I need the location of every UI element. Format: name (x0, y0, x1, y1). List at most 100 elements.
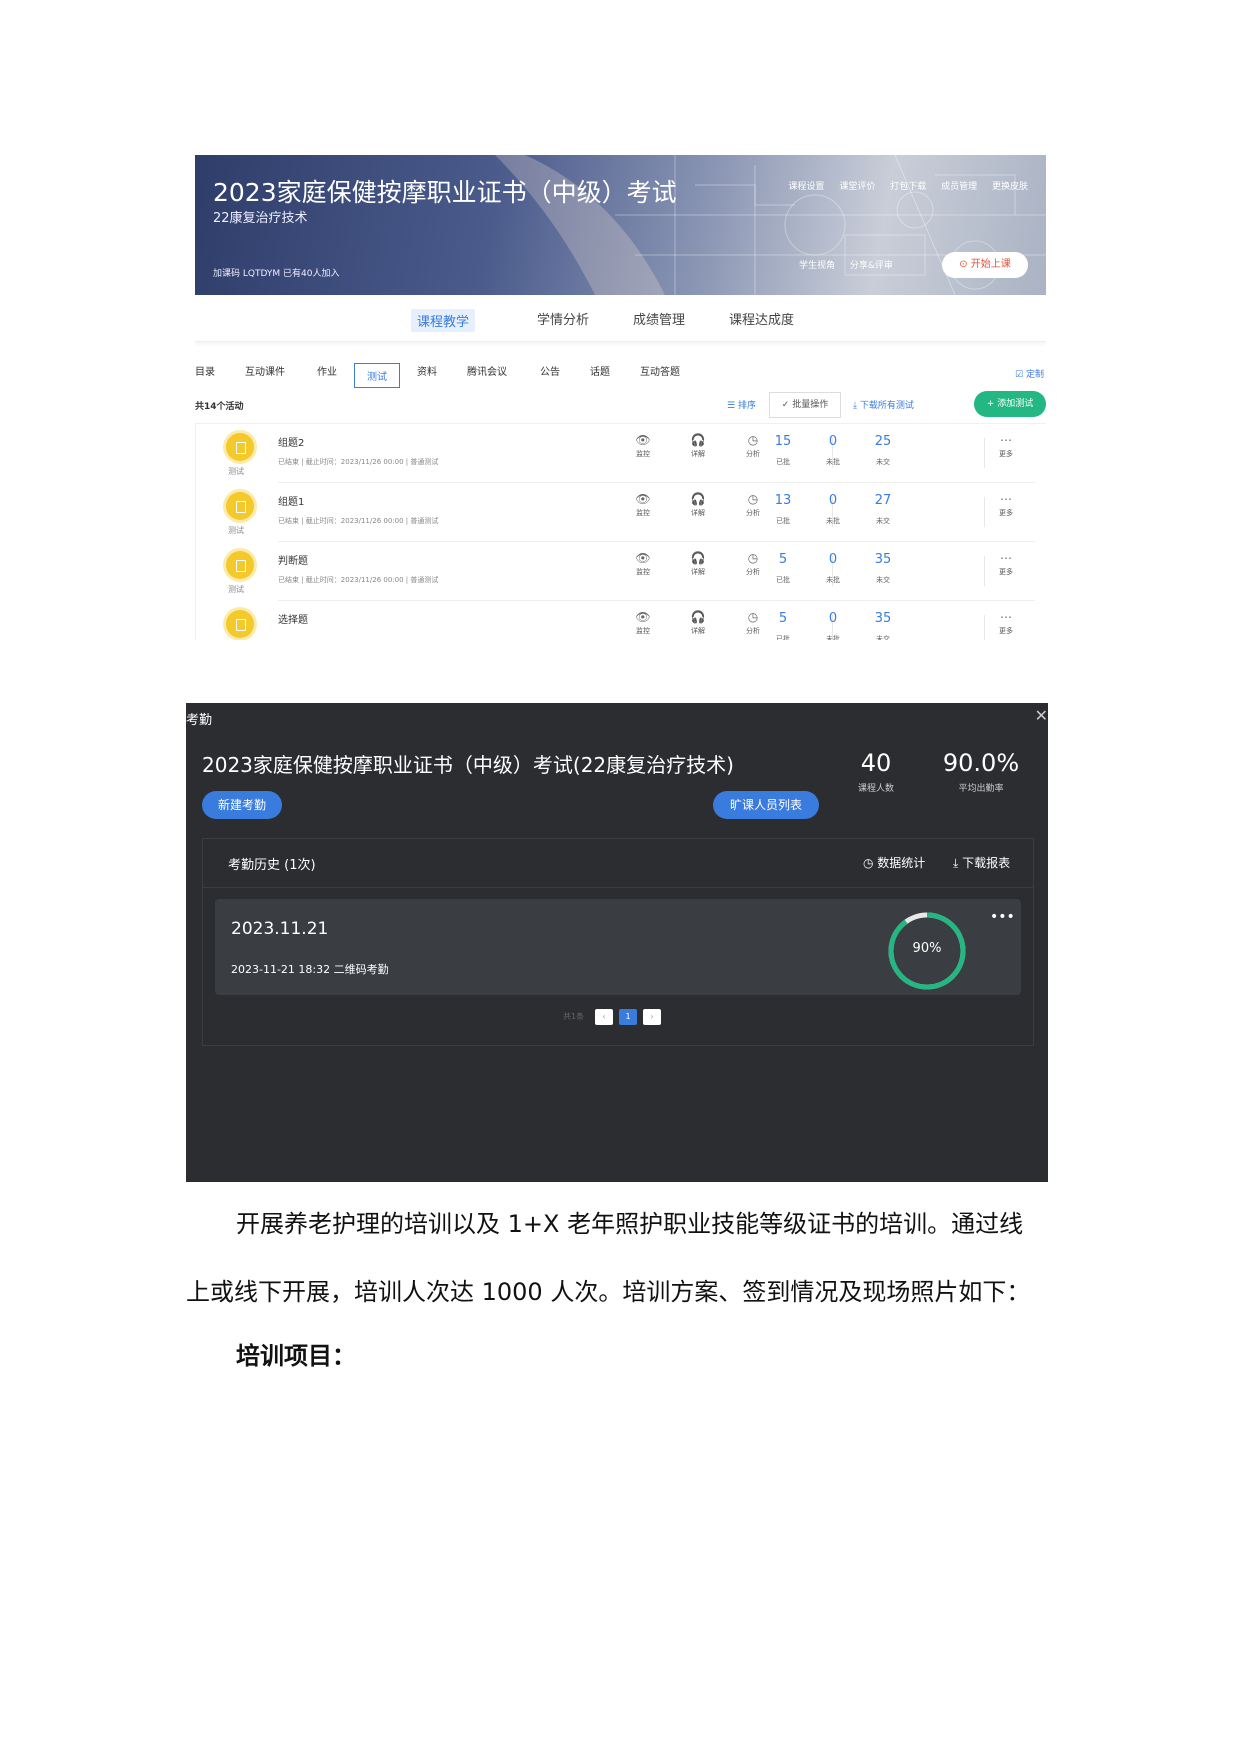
more-action[interactable]: ⋯ 更多 (991, 610, 1021, 636)
new-attendance-button[interactable]: 新建考勤 (202, 791, 282, 819)
subtab-interactive-quiz[interactable]: 互动答题 (640, 363, 680, 378)
unsubmitted-count[interactable]: 35 未交 (868, 611, 898, 640)
clock-icon: ◷ (747, 610, 759, 624)
divider (984, 556, 985, 586)
tab-course-achievement[interactable]: 课程达成度 (729, 309, 794, 328)
activity-row[interactable]: 测试 判断题 已结束 | 截止时间：2023/11/26 00:00 | 普通测试 👁… (196, 542, 1046, 601)
class-evaluation-link[interactable]: 课堂评价 (839, 182, 875, 192)
subtab-homework[interactable]: 作业 (317, 363, 337, 378)
unsubmitted-label: 未交 (876, 517, 890, 525)
start-class-button[interactable]: ⊙ 开始上课 (942, 252, 1028, 278)
training-items-heading: 培训项目： (236, 1342, 356, 1370)
analysis-action[interactable]: ◷ 分析 (738, 433, 768, 459)
more-icon[interactable]: ••• (990, 909, 1015, 925)
graded-count[interactable]: 15 已批 (768, 434, 798, 468)
change-skin-link[interactable]: 更换皮肤 (992, 182, 1028, 192)
member-management-link[interactable]: 成员管理 (941, 182, 977, 192)
clock-icon: ◷ (747, 433, 759, 447)
student-view-link[interactable]: 学生视角 (799, 261, 835, 271)
more-icon: ⋯ (1000, 492, 1012, 506)
detail-action[interactable]: 🎧 详解 (683, 433, 713, 459)
monitor-action[interactable]: 👁 监控 (628, 551, 658, 577)
ungraded-label: 未批 (826, 458, 840, 466)
data-stats-link[interactable]: ◷ 数据统计 (863, 854, 925, 871)
course-settings-link[interactable]: 课程设置 (788, 182, 824, 192)
download-all-button[interactable]: ⤓ 下载所有测试 (853, 398, 914, 411)
activity-row[interactable]: 测试选择题👁监控🎧详解◷分析5已批0未批35未交⋯更多 (196, 601, 1046, 640)
list-toolbar: ☰ 排序 ✓ 批量操作 ⤓ 下载所有测试 + 添加测试 (727, 391, 1046, 418)
activity-name: 组题2 (278, 438, 305, 449)
ungraded-label: 未批 (826, 635, 840, 640)
subtab-topic[interactable]: 话题 (590, 363, 610, 378)
close-icon[interactable]: ✕ (1035, 706, 1048, 725)
next-page-button[interactable]: › (643, 1009, 661, 1025)
analysis-action[interactable]: ◷ 分析 (738, 492, 768, 518)
subtab-materials[interactable]: 资料 (417, 363, 437, 378)
check-icon: ✓ (781, 400, 793, 410)
graded-label: 已批 (776, 517, 790, 525)
activity-list: 测试 组题2 已结束 | 截止时间：2023/11/26 00:00 | 普通测试 👁… (195, 423, 1046, 640)
sort-icon: ☰ (727, 401, 738, 411)
subtab-courseware[interactable]: 互动课件 (245, 363, 285, 378)
monitor-icon: 👁 (635, 610, 651, 624)
unsubmitted-count[interactable]: 25 未交 (868, 434, 898, 468)
ungraded-count[interactable]: 0 未批 (818, 552, 848, 586)
monitor-action[interactable]: 👁 监控 (628, 433, 658, 459)
subtab-catalog[interactable]: 目录 (195, 363, 215, 378)
graded-label: 已批 (776, 576, 790, 584)
headphones-icon: 🎧 (690, 551, 706, 565)
batch-button[interactable]: ✓ 批量操作 (769, 392, 841, 418)
graded-count[interactable]: 5 已批 (768, 552, 798, 586)
body-paragraph-1: 开展养老护理的培训以及 1+X 老年照护职业技能等级证书的培训。通过线 (236, 1210, 1024, 1238)
monitor-action[interactable]: 👁 监控 (628, 492, 658, 518)
test-badge-icon (226, 433, 254, 461)
absent-list-button[interactable]: 旷课人员列表 (713, 791, 819, 819)
share-review-link[interactable]: 分享&评审 (850, 261, 893, 271)
detail-action[interactable]: 🎧 详解 (683, 551, 713, 577)
graded-value: 13 (774, 493, 792, 508)
customize-link[interactable]: ☑ 定制 (1015, 367, 1044, 380)
subtab-tencent-meeting[interactable]: 腾讯会议 (467, 363, 507, 378)
pager-total: 共1条 (563, 1012, 585, 1021)
graded-value: 15 (774, 434, 792, 449)
subtab-announcement[interactable]: 公告 (540, 363, 560, 378)
prev-page-button[interactable]: ‹ (595, 1009, 613, 1025)
sort-button[interactable]: ☰ 排序 (727, 398, 756, 411)
monitor-action[interactable]: 👁 监控 (628, 610, 658, 636)
tab-course-teaching[interactable]: 课程教学 (411, 309, 476, 332)
attendance-label: 考勤 (186, 713, 213, 728)
attendance-record[interactable]: 2023.11.21 2023-11-21 18:32 二维码考勤 ••• 90… (215, 899, 1021, 995)
unsubmitted-count[interactable]: 27 未交 (868, 493, 898, 527)
add-test-button[interactable]: + 添加测试 (974, 391, 1046, 417)
detail-action[interactable]: 🎧 详解 (683, 492, 713, 518)
analysis-action[interactable]: ◷ 分析 (738, 551, 768, 577)
detail-action[interactable]: 🎧 详解 (683, 610, 713, 636)
student-count-stat: 40 课程人数 (836, 749, 916, 794)
analysis-action[interactable]: ◷ 分析 (738, 610, 768, 636)
attendance-history: 考勤历史 (1次) ◷ 数据统计 ⤓ 下载报表 2023.11.21 2023-… (202, 838, 1034, 1046)
pack-download-link[interactable]: 打包下载 (890, 182, 926, 192)
ungraded-count[interactable]: 0 未批 (818, 434, 848, 468)
ungraded-count[interactable]: 0 未批 (818, 493, 848, 527)
test-badge-icon (226, 551, 254, 579)
download-report-link[interactable]: ⤓ 下载报表 (953, 854, 1010, 871)
tab-grade-management[interactable]: 成绩管理 (633, 309, 685, 328)
graded-count[interactable]: 5 已批 (768, 611, 798, 640)
headphones-icon: 🎧 (690, 610, 706, 624)
graded-count[interactable]: 13 已批 (768, 493, 798, 527)
ungraded-label: 未批 (826, 517, 840, 525)
more-action[interactable]: ⋯ 更多 (991, 551, 1021, 577)
activity-tag: 测试 (228, 526, 244, 535)
more-action[interactable]: ⋯ 更多 (991, 492, 1021, 518)
ring-label: 90% (912, 941, 942, 956)
ungraded-count[interactable]: 0 未批 (818, 611, 848, 640)
more-action[interactable]: ⋯ 更多 (991, 433, 1021, 459)
subtab-test[interactable]: 测试 (354, 363, 400, 388)
unsubmitted-count[interactable]: 35 未交 (868, 552, 898, 586)
activity-row[interactable]: 测试 组题1 已结束 | 截止时间：2023/11/26 00:00 | 普通测试 👁… (196, 483, 1046, 542)
tab-learning-analysis[interactable]: 学情分析 (537, 309, 589, 328)
avg-rate-label: 平均出勤率 (958, 784, 1004, 794)
unsubmitted-label: 未交 (876, 458, 890, 466)
page-button[interactable]: 1 (619, 1009, 637, 1025)
activity-row[interactable]: 测试 组题2 已结束 | 截止时间：2023/11/26 00:00 | 普通测试 👁… (196, 424, 1046, 483)
